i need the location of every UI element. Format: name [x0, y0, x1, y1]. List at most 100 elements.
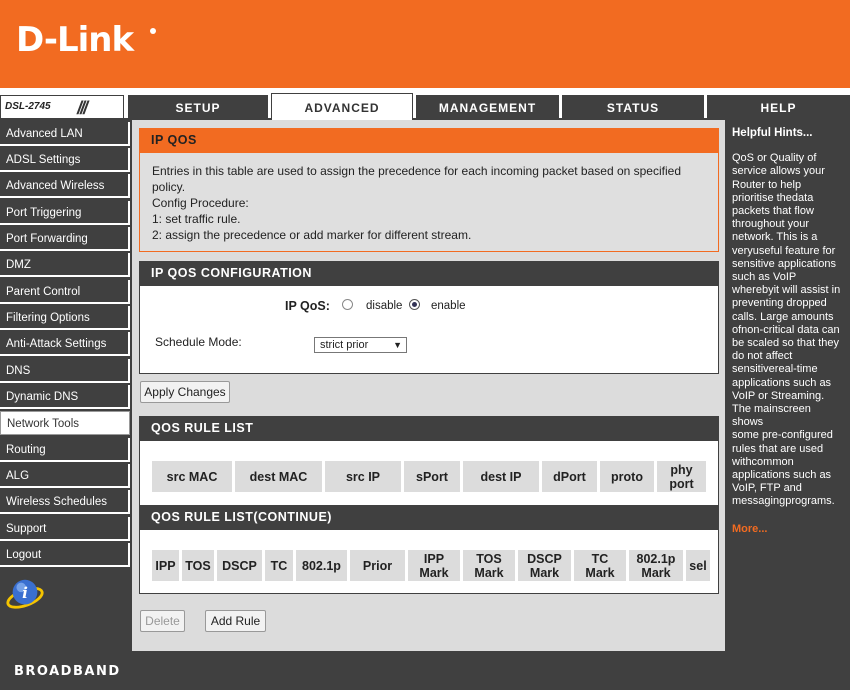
sidebar-item-network-tools[interactable]: Network Tools: [0, 411, 130, 435]
model-label: DSL-2745: [5, 101, 51, 112]
hint-line: veryuseful feature for: [732, 244, 836, 257]
col-tc: TC: [265, 550, 293, 581]
apply-changes-button[interactable]: Apply Changes: [140, 381, 230, 403]
tab-help[interactable]: HELP: [707, 95, 850, 120]
col-sport: sPort: [404, 461, 460, 492]
sidebar-item-wireless-schedules[interactable]: Wireless Schedules: [0, 490, 130, 514]
hint-line: prioritise thedata: [732, 191, 814, 204]
schedule-mode-value: strict prior: [320, 339, 369, 351]
sidebar-item-anti-attack-settings[interactable]: Anti-Attack Settings: [0, 332, 130, 356]
config-title: IP QOS CONFIGURATION: [139, 261, 719, 286]
hint-line: VoIP or Streaming.: [732, 389, 825, 402]
hint-line: withcommon: [732, 455, 794, 468]
col-8021p-mark: 802.1p Mark: [629, 550, 683, 581]
sidebar-item-logout[interactable]: Logout: [0, 543, 130, 567]
intro-line-1: Entries in this table are used to assign…: [152, 164, 681, 178]
hint-line: QoS or Quality of: [732, 152, 817, 165]
helpful-hints-panel: Helpful Hints... QoS or Quality of servi…: [725, 120, 850, 651]
sidebar-item-routing[interactable]: Routing: [0, 438, 130, 462]
col-dscp-mark: DSCP Mark: [518, 550, 571, 581]
dlink-logo: D-Link: [16, 20, 134, 60]
main-content: IP QOS Entries in this table are used to…: [132, 120, 725, 651]
disable-radio[interactable]: [342, 299, 353, 310]
col-src-mac: src MAC: [152, 461, 232, 492]
sidebar-item-dns[interactable]: DNS: [0, 359, 130, 383]
hint-line: ofnon-critical data can: [732, 323, 840, 336]
tab-status[interactable]: STATUS: [562, 95, 704, 120]
ip-qos-label: IP QoS:: [285, 299, 330, 313]
more-link[interactable]: More...: [732, 523, 844, 536]
footer: BROADBAND: [0, 651, 850, 690]
sidebar-item-dynamic-dns[interactable]: Dynamic DNS: [0, 385, 130, 409]
intro-line-3: Config Procedure:: [152, 196, 249, 210]
col-phy-port: phy port: [657, 461, 706, 492]
logo-dot: [150, 28, 156, 34]
sidebar-item-dmz[interactable]: DMZ: [0, 253, 130, 277]
intro-description: Entries in this table are used to assign…: [139, 153, 719, 252]
col-tos-mark: TOS Mark: [463, 550, 515, 581]
qos-rule-list-continue-section: QOS RULE LIST(CONTINUE) IPP TOS DSCP TC …: [139, 505, 719, 594]
add-rule-button[interactable]: Add Rule: [205, 610, 266, 632]
rule-list-continue-title: QOS RULE LIST(CONTINUE): [139, 505, 719, 530]
hint-line: sensitive applications: [732, 257, 836, 270]
rule-list-title: QOS RULE LIST: [139, 416, 719, 441]
hint-line: do not affect: [732, 350, 793, 363]
top-nav: DSL-2745 /// SETUP ADVANCED MANAGEMENT S…: [0, 88, 850, 122]
intro-line-2: policy.: [152, 180, 186, 194]
col-dscp: DSCP: [217, 550, 262, 581]
schedule-mode-label: Schedule Mode:: [155, 335, 242, 349]
hints-text: QoS or Quality of service allows your Ro…: [732, 152, 844, 508]
sidebar-item-alg[interactable]: ALG: [0, 464, 130, 488]
sidebar-item-adsl-settings[interactable]: ADSL Settings: [0, 148, 130, 172]
hint-line: throughout your: [732, 218, 810, 231]
col-ipp-mark: IPP Mark: [408, 550, 460, 581]
delete-button[interactable]: Delete: [140, 610, 185, 632]
hints-title: Helpful Hints...: [732, 127, 813, 139]
sidebar-item-filtering-options[interactable]: Filtering Options: [0, 306, 130, 330]
col-ipp: IPP: [152, 550, 179, 581]
hint-line: messagingprograms.: [732, 495, 835, 508]
disable-label: disable: [366, 300, 403, 312]
hint-line: The mainscreen shows: [732, 403, 811, 429]
chevron-down-icon: ▼: [393, 340, 402, 350]
col-sel: sel: [686, 550, 710, 581]
col-tc-mark: TC Mark: [574, 550, 626, 581]
rule-list-continue-table: IPP TOS DSCP TC 802.1p Prior IPP Mark TO…: [139, 530, 719, 594]
hint-line: rules that are used: [732, 442, 824, 455]
header-banner: D-Link: [0, 0, 850, 88]
sidebar-item-parent-control[interactable]: Parent Control: [0, 280, 130, 304]
hint-line: VoIP, FTP and: [732, 482, 802, 495]
sidebar-item-support[interactable]: Support: [0, 517, 130, 541]
qos-rule-list-section: QOS RULE LIST src MAC dest MAC src IP sP…: [139, 416, 719, 508]
sidebar-item-advanced-lan[interactable]: Advanced LAN: [0, 122, 130, 146]
enable-radio[interactable]: [409, 299, 420, 310]
hint-line: calls. Large amounts: [732, 310, 834, 323]
info-globe-icon: i: [6, 579, 44, 609]
hint-line: sensitivereal-time: [732, 363, 818, 376]
rule-list-table: src MAC dest MAC src IP sPort dest IP dP…: [139, 441, 719, 508]
col-tos: TOS: [182, 550, 214, 581]
enable-label: enable: [431, 300, 466, 312]
model-slashes-decoration: ///: [77, 98, 88, 118]
col-prior: Prior: [350, 550, 405, 581]
sidebar-item-port-triggering[interactable]: Port Triggering: [0, 201, 130, 225]
config-body: IP QoS: disable enable Schedule Mode: st…: [139, 286, 719, 374]
tab-management[interactable]: MANAGEMENT: [416, 95, 559, 120]
intro-line-5: 2: assign the precedence or add marker f…: [152, 228, 472, 242]
hint-line: applications such as: [732, 469, 832, 482]
footer-brand: BROADBAND: [14, 664, 121, 679]
hint-line: wherebyit will assist in: [732, 284, 841, 297]
col-dport: dPort: [542, 461, 597, 492]
hint-line: Router to help: [732, 178, 802, 191]
schedule-mode-select[interactable]: strict prior ▼: [314, 337, 407, 353]
tab-setup[interactable]: SETUP: [128, 95, 268, 120]
hint-line: service allows your: [732, 165, 825, 178]
model-badge: DSL-2745 ///: [0, 95, 124, 118]
sidebar-item-advanced-wireless[interactable]: Advanced Wireless: [0, 174, 130, 198]
hint-line: applications such as: [732, 376, 832, 389]
tab-advanced[interactable]: ADVANCED: [271, 93, 413, 122]
hint-line: such as VoIP: [732, 271, 797, 284]
col-proto: proto: [600, 461, 654, 492]
sidebar-item-port-forwarding[interactable]: Port Forwarding: [0, 227, 130, 251]
col-dest-ip: dest IP: [463, 461, 539, 492]
